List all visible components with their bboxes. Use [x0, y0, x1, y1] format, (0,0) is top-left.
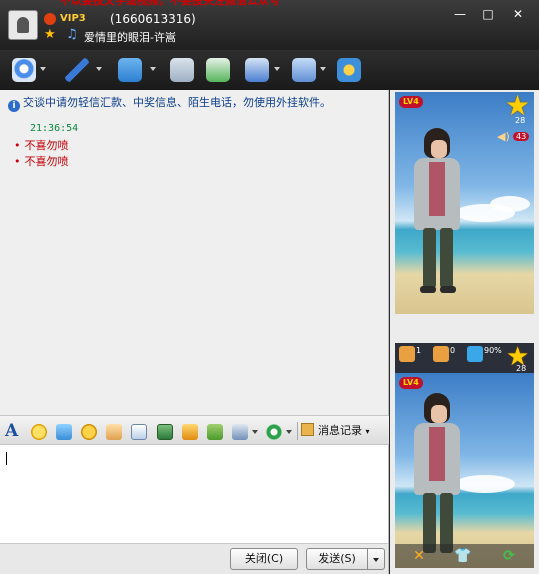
- music-icon[interactable]: [182, 424, 198, 440]
- message-history-label: 消息记录: [318, 424, 362, 437]
- cloud: [490, 196, 530, 212]
- star-count: 28: [516, 364, 527, 373]
- title-bar[interactable]: 不以要投文字或视频，不要投关注微信公众号 VIP3 (1660613316) ★…: [0, 0, 539, 50]
- thumbs-up-icon: [399, 346, 415, 362]
- security-notice: i 交谈中请勿轻信汇款、中奖信息、陌生电话，勿使用外挂软件。: [8, 94, 331, 112]
- emoji-icon[interactable]: [31, 424, 47, 440]
- magic-emoji-icon[interactable]: [56, 424, 72, 440]
- vip-icon: [44, 13, 56, 25]
- toolbar-divider: [297, 422, 298, 440]
- like-count: 1: [416, 346, 422, 355]
- message-history-button[interactable]: 消息记录 ▾: [301, 422, 370, 440]
- show-stats-bar: 1 0 90% ★ 28: [395, 343, 534, 373]
- pk-icon: [467, 346, 483, 362]
- contact-nickname: 爱情里的眼泪-许嵩: [84, 31, 176, 44]
- message-text: 不喜勿喷: [24, 155, 69, 168]
- format-toolbar: A 消息记录 ▾: [0, 415, 389, 445]
- apps-dropdown-arrow[interactable]: [320, 67, 326, 71]
- avatar-show-bottom[interactable]: LV4: [395, 373, 534, 568]
- level-badge: LV4: [399, 96, 423, 108]
- show-action-bar: ✕ 👕 ⟳: [395, 544, 534, 568]
- file-dropdown-arrow[interactable]: [150, 67, 156, 71]
- star-count: 28: [515, 116, 526, 125]
- cloud: [455, 475, 515, 493]
- volume-count: 43: [513, 132, 530, 141]
- bottom-bar: 关闭(C) 发送(S): [0, 543, 389, 574]
- history-icon: [301, 423, 314, 436]
- qq-number: (1660613316): [110, 12, 196, 26]
- security-notice-text: 交谈中请勿轻信汇款、中奖信息、陌生电话，勿使用外挂软件。: [23, 96, 331, 109]
- star-icon: ★: [44, 27, 56, 42]
- apps-icon[interactable]: [292, 58, 316, 82]
- wardrobe-icon[interactable]: 👕: [453, 547, 473, 565]
- payment-icon[interactable]: [266, 424, 282, 440]
- character-face: [431, 405, 447, 423]
- like-stat[interactable]: 1: [399, 346, 421, 370]
- share-icon[interactable]: [337, 58, 361, 82]
- message-line: • 不喜勿喷: [14, 139, 69, 152]
- discussion-add-icon[interactable]: [206, 58, 230, 82]
- close-window-button[interactable]: ✕: [508, 6, 528, 24]
- screenshot-icon[interactable]: [232, 424, 248, 440]
- shake-icon[interactable]: [81, 424, 97, 440]
- microphone-icon[interactable]: [65, 58, 89, 82]
- minimize-button[interactable]: —: [450, 6, 470, 24]
- character-shirt: [429, 162, 445, 216]
- history-dropdown-arrow[interactable]: ▾: [366, 427, 370, 436]
- send-button[interactable]: 发送(S): [306, 548, 368, 570]
- text-caret: [6, 452, 7, 465]
- screenshot-dropdown-arrow[interactable]: [252, 430, 258, 434]
- character-shoe: [440, 286, 456, 293]
- character-shirt: [429, 427, 445, 481]
- close-button[interactable]: 关闭(C): [230, 548, 298, 570]
- message-line: • 不喜勿喷: [14, 155, 69, 168]
- refresh-icon[interactable]: ⟳: [499, 547, 519, 565]
- folder-icon[interactable]: [118, 58, 142, 82]
- doodle-icon[interactable]: [131, 424, 147, 440]
- voice-message-icon[interactable]: [106, 424, 122, 440]
- character-leg: [440, 228, 453, 288]
- mail-icon[interactable]: [170, 58, 194, 82]
- pk-stat[interactable]: 90%: [467, 346, 502, 370]
- chat-window: 不以要投文字或视频，不要投关注微信公众号 VIP3 (1660613316) ★…: [0, 0, 539, 574]
- message-timestamp: 21:36:54: [30, 123, 79, 134]
- remove-icon[interactable]: ✕: [409, 547, 429, 565]
- top-banner-text[interactable]: 不以要投文字或视频，不要投关注微信公众号: [60, 0, 480, 6]
- assist-dropdown-arrow[interactable]: [274, 67, 280, 71]
- vip-label: VIP3: [60, 13, 86, 24]
- gift-icon[interactable]: [207, 424, 223, 440]
- payment-dropdown-arrow[interactable]: [286, 430, 292, 434]
- contact-avatar[interactable]: [8, 10, 38, 40]
- music-note-icon[interactable]: ♫: [66, 28, 78, 41]
- character-leg: [423, 228, 436, 288]
- assist-icon[interactable]: [245, 58, 269, 82]
- webcam-icon[interactable]: [12, 58, 36, 82]
- send-options-dropdown[interactable]: [367, 548, 385, 570]
- maximize-button[interactable]: □: [478, 6, 498, 24]
- message-input[interactable]: [0, 445, 389, 543]
- main-toolbar: [0, 50, 539, 90]
- pk-percent: 90%: [484, 346, 502, 355]
- character-face: [431, 140, 447, 158]
- image-icon[interactable]: [157, 424, 173, 440]
- volume-icon[interactable]: ◀): [497, 130, 510, 143]
- dislike-stat[interactable]: 0: [433, 346, 455, 370]
- character-shoe: [420, 286, 436, 293]
- thumbs-down-icon: [433, 346, 449, 362]
- message-text: 不喜勿喷: [24, 139, 69, 152]
- dislike-count: 0: [450, 346, 456, 355]
- level-badge: LV4: [399, 377, 423, 389]
- avatar-show-top[interactable]: LV4 ★ 28 ◀) 43: [395, 92, 534, 314]
- video-dropdown-arrow[interactable]: [40, 67, 46, 71]
- chat-history[interactable]: i 交谈中请勿轻信汇款、中奖信息、陌生电话，勿使用外挂软件。 21:36:54 •…: [0, 90, 389, 415]
- font-icon[interactable]: A: [5, 421, 18, 441]
- info-icon: i: [8, 100, 20, 112]
- voice-dropdown-arrow[interactable]: [96, 67, 102, 71]
- show-panel: LV4 ★ 28 ◀) 43 1 0 90% ★ 28 LV4 ✕ 👕 ⟳: [390, 90, 539, 574]
